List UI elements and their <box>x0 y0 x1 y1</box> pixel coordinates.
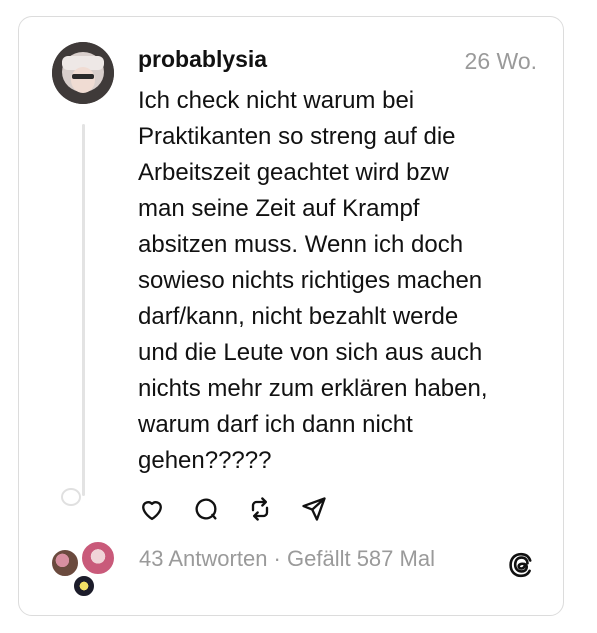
likes-count[interactable]: Gefällt 587 Mal <box>287 546 435 571</box>
comment-icon <box>195 498 217 520</box>
replies-count[interactable]: 43 Antworten <box>139 546 267 571</box>
thread-line <box>82 124 85 496</box>
replier-avatar <box>50 548 80 578</box>
action-bar <box>137 494 329 524</box>
repost-button[interactable] <box>245 494 275 524</box>
repost-icon <box>251 497 269 521</box>
post-text: Ich check nicht warum bei Praktikanten s… <box>138 87 488 474</box>
share-icon <box>302 497 326 521</box>
replier-avatar <box>72 574 96 598</box>
username[interactable]: probablysia <box>138 46 267 73</box>
threads-logo-icon[interactable] <box>506 550 536 580</box>
post-stats: 43 Antworten · Gefällt 587 Mal <box>139 546 435 572</box>
like-button[interactable] <box>137 494 167 524</box>
heart-icon <box>142 501 162 521</box>
share-button[interactable] <box>299 494 329 524</box>
stats-separator: · <box>267 546 287 571</box>
replier-avatar <box>80 540 116 576</box>
thread-loop <box>61 488 81 506</box>
post-time[interactable]: 26 Wo. <box>465 48 537 75</box>
replier-avatars[interactable] <box>50 540 120 600</box>
comment-button[interactable] <box>191 494 221 524</box>
avatar[interactable] <box>52 42 114 104</box>
